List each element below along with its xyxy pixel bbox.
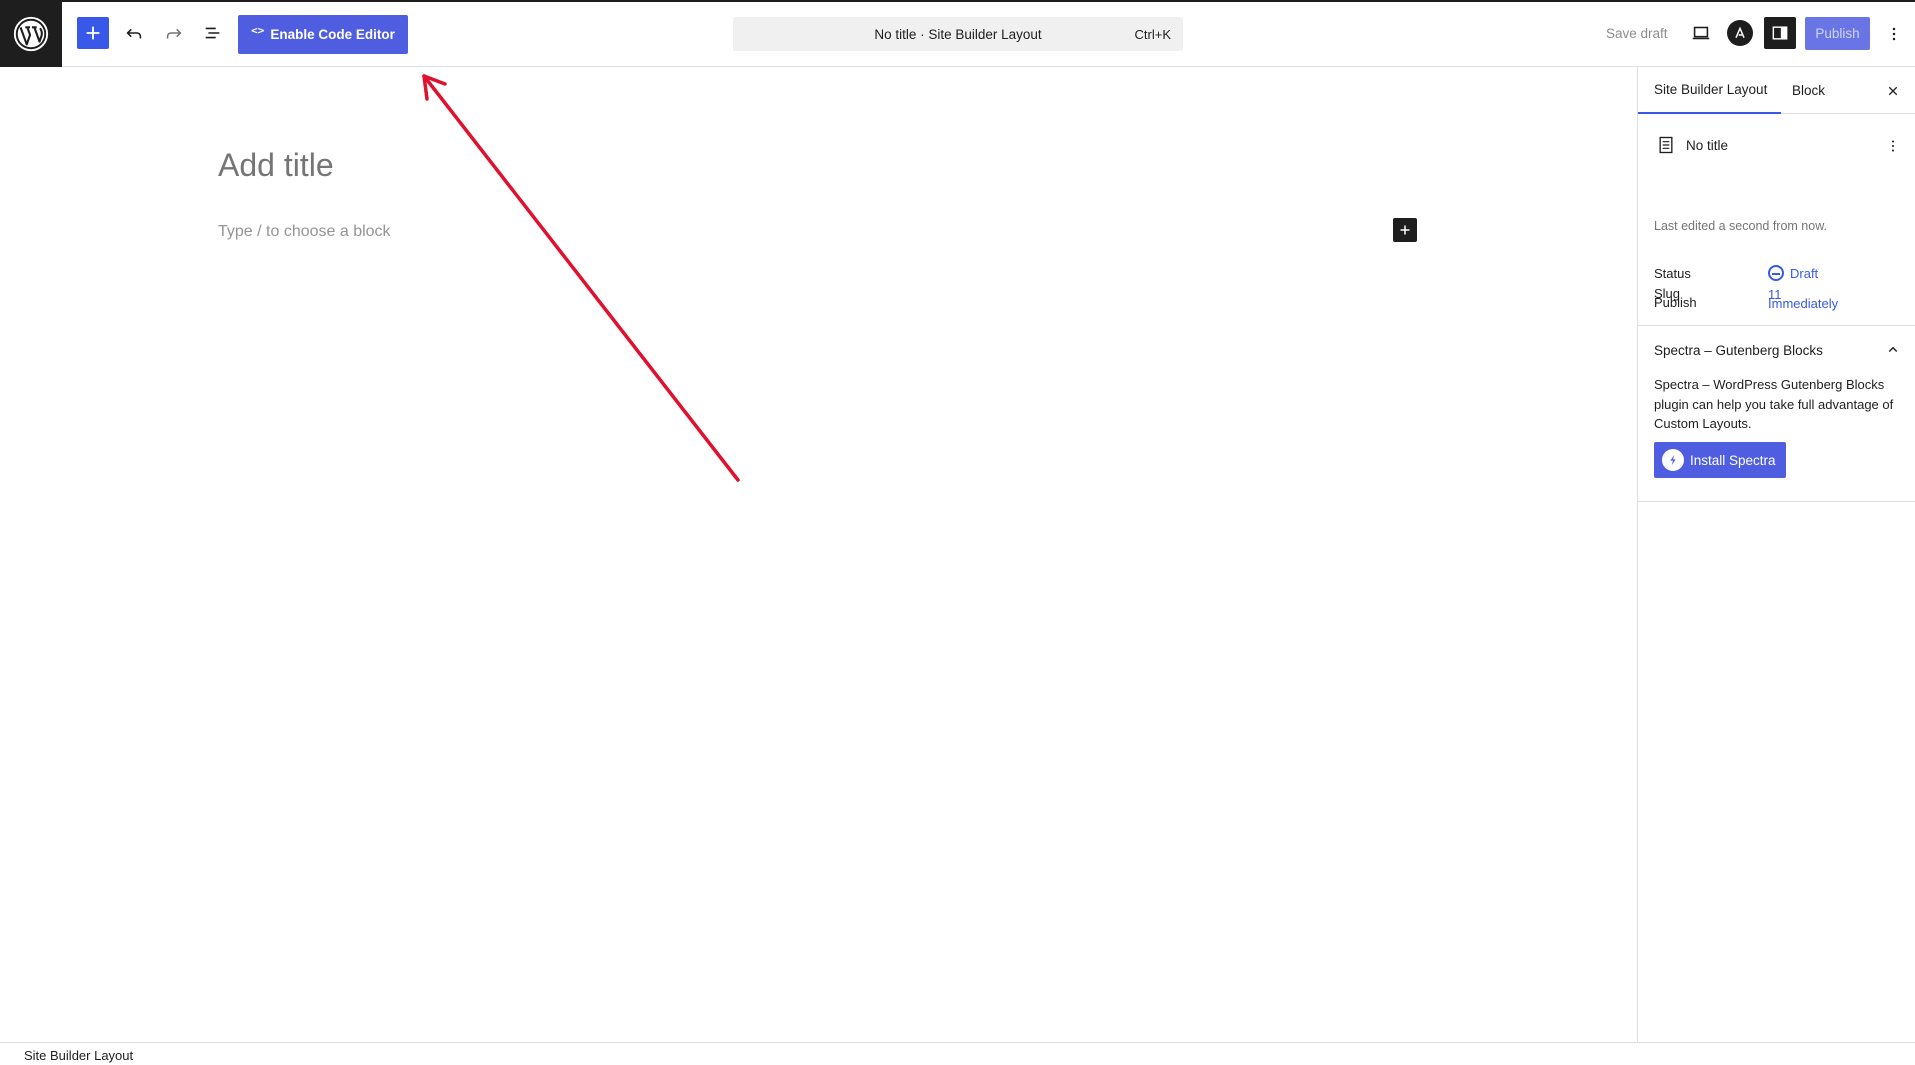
undo-button[interactable] <box>118 17 150 49</box>
spectra-panel: Spectra – Gutenberg Blocks Spectra – Wor… <box>1638 324 1915 502</box>
status-value[interactable]: Draft <box>1768 265 1818 281</box>
enable-code-editor-label: Enable Code Editor <box>270 27 395 42</box>
vertical-ellipsis-icon <box>1891 140 1895 152</box>
spectra-panel-heading[interactable]: Spectra – Gutenberg Blocks <box>1654 343 1823 358</box>
wordpress-logo-icon[interactable] <box>0 0 62 67</box>
document-icon <box>1659 136 1673 154</box>
options-menu-button[interactable] <box>1882 20 1906 48</box>
slug-value[interactable]: 11 <box>1768 287 1782 302</box>
settings-sidebar-toggle[interactable] <box>1764 17 1796 49</box>
status-label: Status <box>1654 266 1691 281</box>
list-view-button[interactable] <box>197 17 229 49</box>
shortcut-hint: Ctrl+K <box>1134 26 1171 42</box>
post-title-input[interactable]: Add title <box>218 147 334 184</box>
astra-logo-icon <box>1735 26 1745 38</box>
document-title: No title · Site Builder Layout <box>874 26 1042 42</box>
save-draft-button[interactable]: Save draft <box>1606 26 1668 41</box>
slug-label: Slug <box>1654 286 1681 301</box>
list-view-icon <box>205 27 220 39</box>
command-palette-bar[interactable]: No title · Site Builder Layout Ctrl+K <box>733 17 1183 51</box>
last-edited-text: Last edited a second from now. <box>1654 219 1828 233</box>
document-title: No title <box>1686 138 1729 153</box>
breadcrumb[interactable]: Site Builder Layout <box>24 1048 133 1063</box>
status-value-text: Draft <box>1790 265 1819 281</box>
close-icon <box>1888 86 1898 96</box>
desktop-preview-icon <box>1692 26 1710 40</box>
redo-icon <box>166 28 182 39</box>
close-sidebar-button[interactable] <box>1881 79 1905 103</box>
undo-icon <box>126 28 142 39</box>
spectra-description: Spectra – WordPress Gutenberg Blocks plu… <box>1654 377 1894 431</box>
add-block-button[interactable] <box>77 17 109 49</box>
settings-sidebar: Site Builder Layout Block No title Last … <box>1637 67 1915 1042</box>
editor-canvas: Add title Type / to choose a block <box>0 67 1637 1042</box>
install-spectra-label: Install Spectra <box>1690 452 1776 468</box>
redo-button[interactable] <box>158 17 190 49</box>
install-spectra-button[interactable]: Install Spectra <box>1654 442 1786 478</box>
block-inserter-button[interactable] <box>1393 218 1417 242</box>
document-actions-button[interactable] <box>1881 134 1905 158</box>
editor-screen: <> Enable Code Editor No title · Site Bu… <box>0 0 1915 1065</box>
collapse-panel-button[interactable] <box>1881 338 1905 362</box>
publish-button[interactable]: Publish <box>1805 17 1870 50</box>
astra-settings-button[interactable] <box>1727 20 1753 46</box>
plus-icon <box>86 26 100 40</box>
spectra-logo-icon <box>1662 449 1684 471</box>
sidebar-icon <box>1772 26 1788 40</box>
sidebar-tabs: Site Builder Layout Block <box>1638 67 1915 114</box>
block-appender[interactable]: Type / to choose a block <box>218 223 391 241</box>
draft-status-icon <box>1768 265 1784 281</box>
code-icon: <> <box>251 24 265 37</box>
editor-footer: Site Builder Layout <box>0 1042 1915 1065</box>
enable-code-editor-button[interactable]: <> Enable Code Editor <box>238 15 408 54</box>
top-toolbar: <> Enable Code Editor No title · Site Bu… <box>0 0 1915 67</box>
preview-button[interactable] <box>1686 18 1716 48</box>
tab-site-builder-layout[interactable]: Site Builder Layout <box>1638 67 1782 114</box>
tab-block[interactable]: Block <box>1778 67 1839 114</box>
vertical-ellipsis-icon <box>1892 27 1896 41</box>
chevron-up-icon <box>1888 346 1898 352</box>
plus-icon <box>1400 225 1410 235</box>
